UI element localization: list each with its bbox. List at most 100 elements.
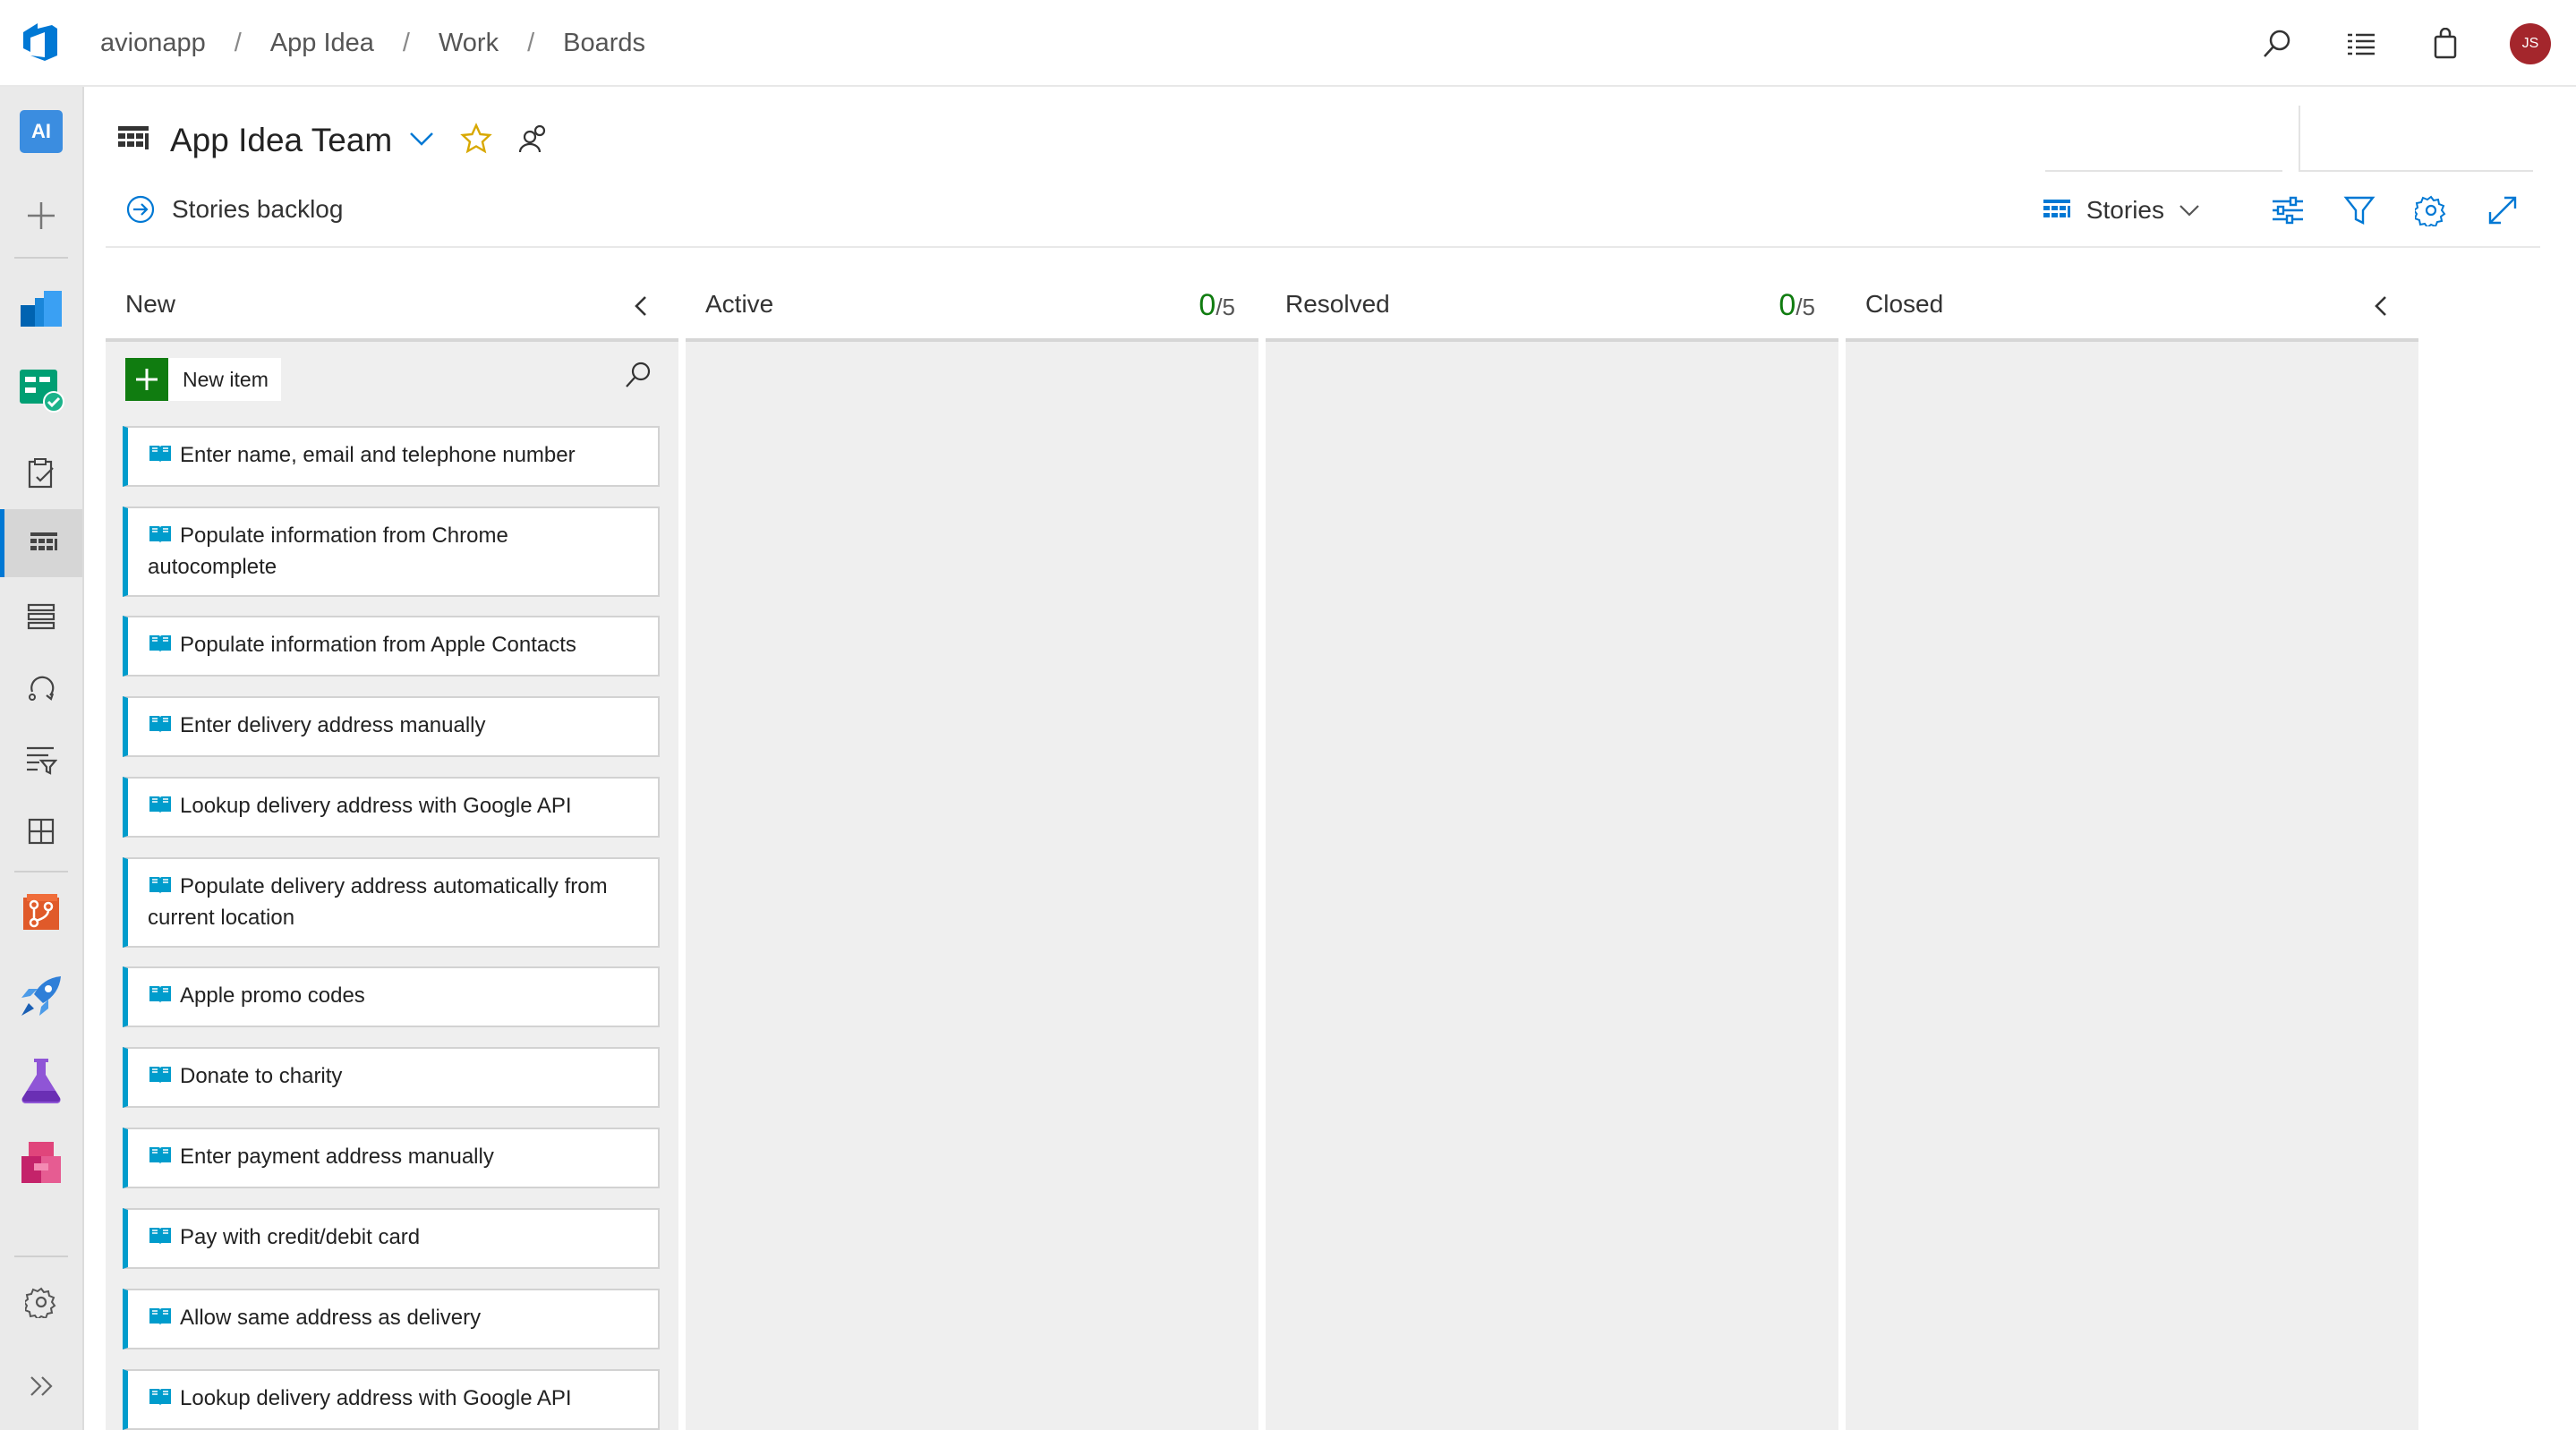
- left-navigation-rail: AI: [0, 87, 84, 1430]
- work-item-card[interactable]: Populate delivery address automatically …: [123, 857, 660, 948]
- work-items-icon[interactable]: [0, 439, 82, 507]
- header-placeholder-right: [2299, 106, 2533, 172]
- test-plans-icon[interactable]: [0, 1046, 82, 1114]
- card-title: Populate information from Chrome autocom…: [148, 523, 508, 579]
- user-story-book-icon: [148, 1145, 173, 1174]
- marketplace-bag-icon[interactable]: [2426, 24, 2465, 64]
- stories-backlog-label: Stories backlog: [172, 195, 344, 223]
- breadcrumb-org[interactable]: avionapp: [100, 29, 206, 58]
- rail-divider: [14, 1256, 68, 1257]
- backlog-level-label: Stories: [2086, 196, 2164, 224]
- card-title: Populate information from Apple Contacts: [180, 633, 576, 657]
- breadcrumb-separator: /: [527, 29, 535, 57]
- work-item-card[interactable]: Enter delivery address manually: [123, 696, 660, 757]
- column-title: Closed: [1865, 290, 1944, 318]
- stories-backlog-link[interactable]: Stories backlog: [125, 194, 343, 225]
- column-active[interactable]: [686, 342, 1258, 1430]
- card-title: Pay with credit/debit card: [180, 1225, 421, 1249]
- user-story-book-icon: [148, 443, 173, 472]
- delivery-plans-icon[interactable]: [0, 797, 82, 865]
- work-item-card[interactable]: Lookup delivery address with Google API: [123, 777, 660, 838]
- card-title: Lookup delivery address with Google API: [180, 794, 572, 818]
- team-header: App Idea Team: [116, 109, 550, 172]
- board-icon: [2043, 200, 2070, 217]
- work-item-card[interactable]: Apple promo codes: [123, 966, 660, 1027]
- user-story-book-icon: [148, 713, 173, 743]
- top-bar: avionapp / App Idea / Work / Boards JS: [0, 0, 2576, 87]
- work-item-card[interactable]: Pay with credit/debit card: [123, 1208, 660, 1269]
- breadcrumb: avionapp / App Idea / Work / Boards: [100, 0, 645, 87]
- breadcrumb-separator: /: [234, 29, 242, 57]
- fullscreen-expand-icon[interactable]: [2483, 191, 2522, 230]
- work-item-card[interactable]: Donate to charity: [123, 1047, 660, 1108]
- breadcrumb-separator: /: [402, 29, 410, 57]
- work-item-card[interactable]: Populate information from Chrome autocom…: [123, 506, 660, 597]
- column-closed[interactable]: [1846, 342, 2418, 1430]
- work-item-card[interactable]: Allow same address as delivery: [123, 1289, 660, 1349]
- team-selector-chevron-down-icon[interactable]: [408, 130, 435, 152]
- backlog-level-selector[interactable]: Stories: [2042, 196, 2200, 225]
- user-story-book-icon: [148, 794, 173, 823]
- user-story-book-icon: [148, 523, 173, 553]
- column-search-icon[interactable]: [623, 360, 653, 395]
- column-resolved[interactable]: [1266, 342, 1838, 1430]
- card-title: Populate delivery address automatically …: [148, 874, 608, 930]
- breadcrumb-work[interactable]: Work: [439, 29, 499, 58]
- breadcrumb-boards[interactable]: Boards: [563, 29, 645, 58]
- project-badge[interactable]: AI: [0, 98, 82, 166]
- work-item-card[interactable]: Enter payment address manually: [123, 1128, 660, 1188]
- queries-icon[interactable]: [0, 726, 82, 794]
- header-placeholder-left: [2045, 109, 2282, 172]
- wip-limit: /5: [1215, 294, 1235, 320]
- breadcrumb-project[interactable]: App Idea: [270, 29, 374, 58]
- wip-current: 0: [1778, 288, 1796, 322]
- card-title: Allow same address as delivery: [180, 1306, 482, 1330]
- wip-limit: /5: [1796, 294, 1815, 320]
- team-title: App Idea Team: [170, 122, 393, 158]
- column-title: Active: [705, 290, 774, 318]
- arrow-circle-right-icon: [126, 195, 155, 224]
- card-title: Enter payment address manually: [180, 1145, 494, 1169]
- settings-gear-icon[interactable]: [0, 1268, 82, 1336]
- add-icon[interactable]: [0, 182, 82, 250]
- overview-icon[interactable]: [0, 275, 82, 343]
- board-subheader: Stories backlog Stories: [106, 183, 2540, 248]
- expand-rail-chevron-icon[interactable]: [0, 1352, 82, 1420]
- column-header-resolved: Resolved 0/5: [1266, 283, 1838, 342]
- boards-hub-icon[interactable]: [0, 355, 82, 423]
- user-story-book-icon: [148, 874, 173, 904]
- work-item-card[interactable]: Populate information from Apple Contacts: [123, 616, 660, 677]
- filter-icon[interactable]: [2340, 191, 2379, 230]
- search-icon[interactable]: [2257, 24, 2297, 64]
- artifacts-icon[interactable]: [0, 1128, 82, 1196]
- rail-divider: [14, 871, 68, 872]
- board-icon: [116, 124, 150, 157]
- new-item-button[interactable]: New item: [125, 358, 281, 401]
- board-settings-gear-icon[interactable]: [2411, 191, 2451, 230]
- user-story-book-icon: [148, 1064, 173, 1094]
- azure-devops-logo-icon[interactable]: [18, 20, 63, 64]
- team-members-icon[interactable]: [517, 123, 550, 159]
- column-header-closed: Closed: [1846, 283, 2418, 342]
- rail-divider: [14, 257, 68, 259]
- board-toolbar: Stories: [2042, 191, 2540, 230]
- favorite-star-icon[interactable]: [460, 122, 492, 159]
- chevron-down-icon: [2179, 205, 2199, 217]
- card-title: Donate to charity: [180, 1064, 343, 1088]
- pipelines-icon[interactable]: [0, 962, 82, 1030]
- plus-icon: [125, 358, 168, 401]
- view-options-sliders-icon[interactable]: [2268, 191, 2307, 230]
- user-avatar[interactable]: JS: [2510, 22, 2551, 64]
- collapse-column-chevron-left-icon[interactable]: [632, 294, 650, 325]
- sprints-icon[interactable]: [0, 654, 82, 722]
- wip-current: 0: [1198, 288, 1216, 322]
- column-header-active: Active 0/5: [686, 283, 1258, 342]
- task-list-icon[interactable]: [2341, 24, 2381, 64]
- card-title: Enter delivery address manually: [180, 713, 486, 737]
- collapse-column-chevron-left-icon[interactable]: [2372, 294, 2390, 325]
- work-item-card[interactable]: Enter name, email and telephone number: [123, 426, 660, 487]
- backlogs-icon[interactable]: [0, 583, 82, 651]
- boards-icon[interactable]: [0, 509, 82, 577]
- repos-icon[interactable]: [0, 878, 82, 946]
- work-item-card[interactable]: Lookup delivery address with Google API: [123, 1369, 660, 1430]
